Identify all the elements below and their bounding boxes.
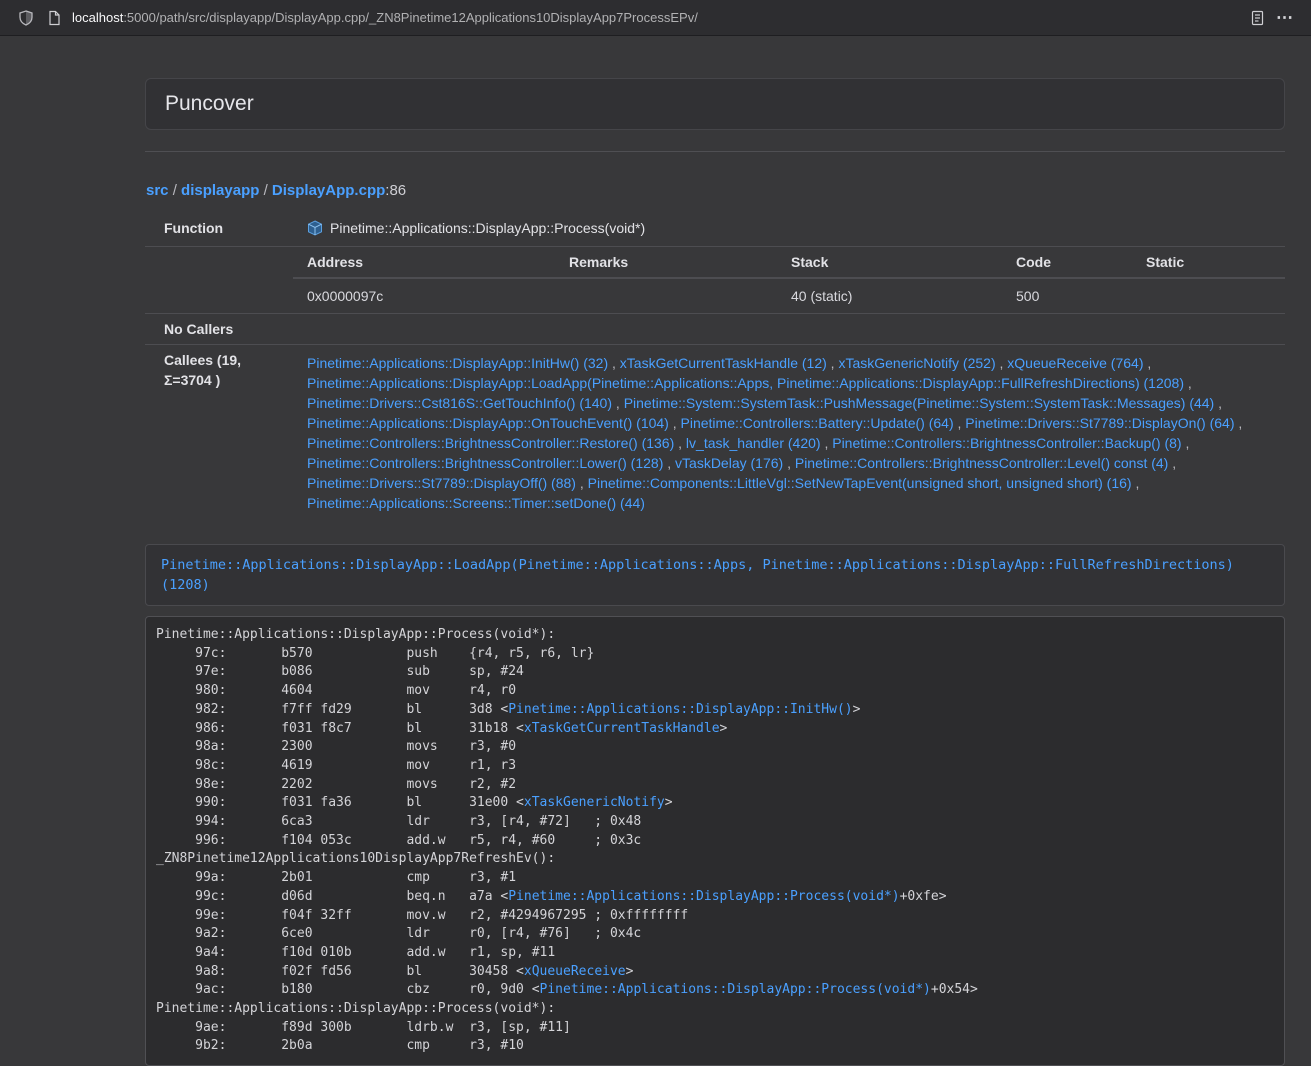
breadcrumb-link-src[interactable]: src [146,182,169,199]
callee-separator: , [663,455,675,471]
callee-separator: , [1168,455,1176,471]
callee-separator: , [1184,375,1192,391]
callee-separator: , [954,415,966,431]
no-callers-row: No Callers [145,314,1285,345]
callee-separator: , [996,355,1008,371]
no-callers-label: No Callers [145,314,293,345]
breadcrumb: src / displayapp / DisplayApp.cpp:86 [146,181,1285,201]
page-header: Puncover [145,78,1285,130]
callee-link[interactable]: Pinetime::Applications::DisplayApp::OnTo… [307,415,669,431]
static-value [1132,278,1285,313]
callee-separator: , [783,455,795,471]
callee-link[interactable]: Pinetime::Drivers::Cst816S::GetTouchInfo… [307,395,612,411]
function-table: Function Pinetime::Applications::Display… [145,213,1285,523]
page-container: Puncover src / displayapp / DisplayApp.c… [145,78,1285,1066]
detail-value-row: 0x0000097c 40 (static) 500 [293,278,1285,313]
menu-icon[interactable]: ⋯ [1271,5,1299,31]
disassembly: Pinetime::Applications::DisplayApp::Proc… [145,616,1285,1066]
panel-heading-link[interactable]: Pinetime::Applications::DisplayApp::Load… [161,557,1234,593]
callee-separator: , [1143,355,1151,371]
callee-link[interactable]: Pinetime::Controllers::BrightnessControl… [832,435,1181,451]
callee-separator: , [1214,395,1222,411]
column-header-address: Address [293,247,555,278]
detail-header-row: Address Remarks Stack Code Static [293,247,1285,278]
callee-separator: , [576,475,588,491]
breadcrumb-separator: / [169,182,182,199]
callees-list: Pinetime::Applications::DisplayApp::Init… [293,345,1285,524]
callee-link[interactable]: Pinetime::Controllers::BrightnessControl… [795,455,1168,471]
callee-separator: , [674,435,686,451]
code-symbol-link[interactable]: xTaskGenericNotify [524,795,665,810]
breadcrumb-separator: / [259,182,272,199]
page-info-icon[interactable] [40,5,68,31]
callee-link[interactable]: vTaskDelay (176) [675,455,783,471]
divider [145,151,1285,152]
remarks-value [555,278,777,313]
callee-link[interactable]: Pinetime::Controllers::Battery::Update()… [681,415,954,431]
function-row: Function Pinetime::Applications::Display… [145,213,1285,247]
function-label: Function [145,213,293,247]
callee-link[interactable]: Pinetime::Controllers::BrightnessControl… [307,455,663,471]
callee-detail-panel: Pinetime::Applications::DisplayApp::Load… [145,544,1285,606]
function-detail-row: Address Remarks Stack Code Static 0x0000… [145,247,1285,314]
callee-link[interactable]: Pinetime::Drivers::St7789::DisplayOn() (… [965,415,1234,431]
callee-link[interactable]: Pinetime::Controllers::BrightnessControl… [307,435,674,451]
callee-separator: , [827,355,839,371]
callees-row: Callees (19, Σ=3704 ) Pinetime::Applicat… [145,345,1285,524]
address-value: 0x0000097c [293,278,555,313]
callees-label: Callees (19, Σ=3704 ) [145,345,293,524]
callee-link[interactable]: Pinetime::Applications::DisplayApp::Init… [307,355,608,371]
column-header-static: Static [1132,247,1285,278]
function-detail-table: Address Remarks Stack Code Static 0x0000… [293,247,1285,313]
line-number: :86 [385,182,406,199]
callee-link[interactable]: xTaskGenericNotify (252) [838,355,995,371]
shield-icon[interactable] [12,5,40,31]
column-header-remarks: Remarks [555,247,777,278]
function-name: Pinetime::Applications::DisplayApp::Proc… [330,220,645,236]
code-symbol-link[interactable]: Pinetime::Applications::DisplayApp::Proc… [540,982,931,997]
callee-link[interactable]: Pinetime::Applications::Screens::Timer::… [307,495,645,511]
url-path: :5000/path/src/displayapp/DisplayApp.cpp… [123,10,698,25]
callee-separator: , [612,395,624,411]
code-symbol-link[interactable]: Pinetime::Applications::DisplayApp::Init… [508,702,852,717]
callee-separator: , [1182,435,1190,451]
callee-separator: , [821,435,833,451]
reader-mode-icon[interactable] [1243,5,1271,31]
stack-value: 40 (static) [777,278,1002,313]
callee-link[interactable]: lv_task_handler (420) [686,435,821,451]
browser-chrome: localhost:5000/path/src/displayapp/Displ… [0,0,1311,36]
callee-separator: , [608,355,620,371]
callee-link[interactable]: xQueueReceive (764) [1007,355,1143,371]
callee-link[interactable]: Pinetime::Drivers::St7789::DisplayOff() … [307,475,576,491]
code-symbol-link[interactable]: Pinetime::Applications::DisplayApp::Proc… [508,889,899,904]
callee-separator: , [1132,475,1140,491]
callee-link[interactable]: Pinetime::System::SystemTask::PushMessag… [624,395,1215,411]
page-title: Puncover [165,92,1265,116]
callee-separator: , [1235,415,1243,431]
callee-separator: , [669,415,681,431]
callee-link[interactable]: Pinetime::Applications::DisplayApp::Load… [307,375,1184,391]
url-bar[interactable]: localhost:5000/path/src/displayapp/Displ… [72,4,1243,32]
column-header-code: Code [1002,247,1132,278]
code-value: 500 [1002,278,1132,313]
function-icon [307,220,323,241]
callee-link[interactable]: xTaskGetCurrentTaskHandle (12) [620,355,827,371]
code-symbol-link[interactable]: xTaskGetCurrentTaskHandle [524,721,720,736]
url-host: localhost [72,10,123,25]
code-symbol-link[interactable]: xQueueReceive [524,964,626,979]
breadcrumb-link-displayapp[interactable]: displayapp [181,182,259,199]
breadcrumb-link-file[interactable]: DisplayApp.cpp [272,182,385,199]
column-header-stack: Stack [777,247,1002,278]
callee-link[interactable]: Pinetime::Components::LittleVgl::SetNewT… [588,475,1132,491]
